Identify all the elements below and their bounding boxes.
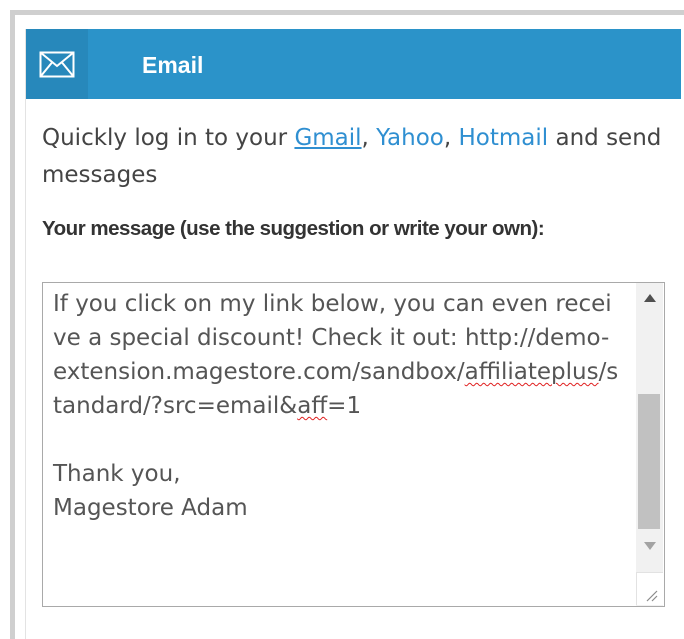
intro-separator-2: , bbox=[443, 125, 459, 151]
message-text[interactable]: If you click on my link below, you can e… bbox=[53, 287, 621, 525]
scroll-down-button[interactable] bbox=[636, 531, 663, 561]
intro-text: Quickly log in to your Gmail, Yahoo, Hot… bbox=[42, 120, 667, 194]
intro-separator-1: , bbox=[361, 125, 377, 151]
yahoo-link[interactable]: Yahoo bbox=[376, 125, 444, 151]
email-panel: Email Quickly log in to your Gmail, Yaho… bbox=[25, 29, 684, 639]
misspelled-word-aff: aff bbox=[297, 393, 328, 419]
textarea-scrollbar[interactable] bbox=[636, 283, 663, 606]
message-textarea[interactable]: If you click on my link below, you can e… bbox=[42, 282, 665, 607]
scroll-up-button[interactable] bbox=[636, 283, 663, 313]
triangle-down-icon bbox=[643, 542, 656, 550]
misspelled-word-affiliate: affiliate bbox=[464, 359, 551, 385]
gmail-link[interactable]: Gmail bbox=[294, 125, 361, 151]
resize-handle[interactable] bbox=[636, 572, 663, 605]
resize-grip-icon bbox=[646, 590, 658, 602]
envelope-icon bbox=[39, 51, 75, 77]
message-label: Your message (use the suggestion or writ… bbox=[42, 217, 545, 240]
intro-prefix: Quickly log in to your bbox=[42, 125, 295, 151]
header-icon-box bbox=[26, 29, 88, 99]
scroll-thumb[interactable] bbox=[638, 394, 660, 529]
hotmail-link[interactable]: Hotmail bbox=[459, 125, 549, 151]
header-title: Email bbox=[142, 52, 204, 78]
email-header: Email bbox=[26, 29, 681, 99]
misspelled-word-plus: plus bbox=[551, 359, 599, 385]
triangle-up-icon bbox=[643, 294, 656, 302]
